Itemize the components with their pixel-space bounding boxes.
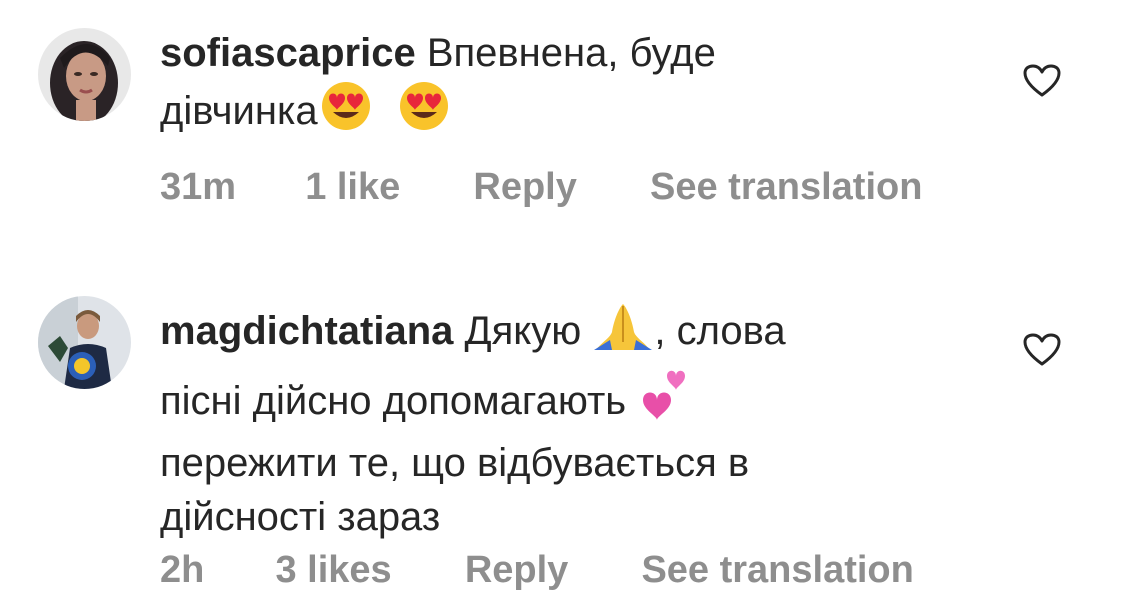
reply-button[interactable]: Reply	[465, 549, 568, 592]
likes-count-button[interactable]: 3 likes	[275, 549, 391, 592]
comment-line: дійсності зараз	[160, 495, 441, 539]
reply-button[interactable]: Reply	[473, 166, 576, 209]
timestamp: 31m	[160, 166, 237, 208]
timestamp: 2h	[160, 549, 205, 591]
heart-eyes-emoji-icon	[396, 80, 452, 146]
comment-meta: 31m 1 like Reply See translation	[160, 166, 922, 209]
like-heart-icon[interactable]	[1023, 64, 1061, 98]
like-heart-icon[interactable]	[1023, 333, 1061, 367]
see-translation-button[interactable]: See translation	[650, 166, 922, 209]
likes-count-button[interactable]: 1 like	[305, 166, 400, 209]
folded-hands-emoji-icon	[592, 300, 654, 366]
comment-line: , слова	[654, 309, 786, 353]
comment-text: sofiascaprice Впевнена, буде дівчинка	[160, 26, 960, 146]
see-translation-button[interactable]: See translation	[641, 549, 913, 592]
comment-text: magdichtatiana Дякую , слова пісні дійсн…	[160, 300, 960, 544]
username-link[interactable]: magdichtatiana	[160, 309, 453, 353]
two-hearts-emoji-icon	[637, 366, 691, 436]
avatar[interactable]	[38, 296, 131, 389]
comment-line: Впевнена, буде	[426, 31, 716, 75]
username-link[interactable]: sofiascaprice	[160, 31, 416, 75]
avatar[interactable]	[38, 28, 131, 121]
heart-eyes-emoji-icon	[318, 80, 374, 146]
comment-line: дівчинка	[160, 89, 318, 133]
comment-line: пережити те, що відбувається в	[160, 441, 750, 485]
comment-meta: 2h 3 likes Reply See translation	[160, 549, 914, 592]
comment-line: Дякую	[464, 309, 582, 353]
comment-line: пісні дійсно допомагають	[160, 379, 627, 423]
